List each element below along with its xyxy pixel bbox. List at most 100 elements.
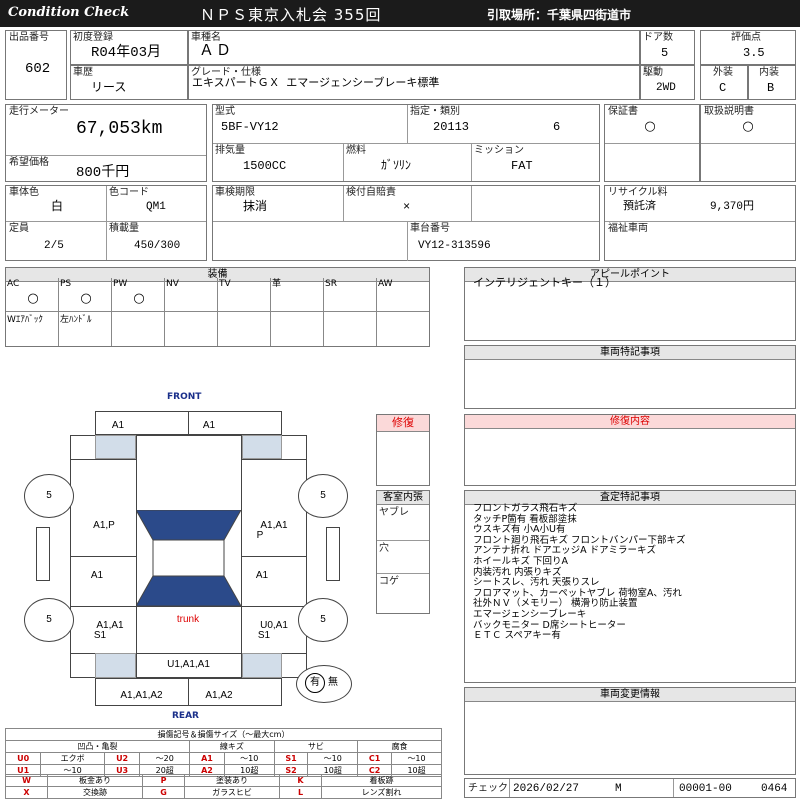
cabin-burn: コゲ	[379, 576, 399, 587]
recycle-status: 預託済	[623, 201, 656, 213]
legend-desc: 板金あり	[47, 774, 143, 787]
taillight-right	[242, 653, 282, 678]
legend-code: S1	[273, 752, 309, 765]
check-bar: チェック 2026/02/27 M 00001-00 0464	[464, 778, 796, 798]
fuel-type: ｶﾞｿﾘﾝ	[381, 159, 412, 173]
legend-code: C1	[357, 752, 393, 765]
equip-aw: AW	[377, 278, 429, 312]
manual-box: 取扱説明書 ○	[700, 104, 796, 182]
name-box: 車種名 ＡＤ	[188, 30, 640, 65]
first-registration: R04年03月	[91, 45, 162, 61]
drive-box: 駆動 2WD	[640, 65, 695, 100]
body-line	[70, 606, 307, 607]
equip-pw: PW ○	[112, 278, 165, 312]
mark-tire-fr: 5	[320, 490, 326, 501]
grade-box: グレード・仕様 エキスパートＧＸ エマージェンシーブレーキ標準	[188, 65, 640, 100]
equip-empty	[165, 312, 218, 346]
interior-label: 内装	[759, 67, 779, 78]
legend-code: L	[279, 786, 322, 799]
warranty-divider	[605, 143, 699, 144]
inspection-notes: フロントガラス飛石キズ タッチP箇有 看板部塗抹 ウスキズ有 小A小U有 フロント廻り…	[473, 503, 686, 642]
legend-code: X	[5, 786, 48, 799]
reg-label: 初度登録	[73, 32, 113, 43]
spec-box: 型式 5BF-VY12 指定・類別 20113 6 排気量 1500CC 燃料 …	[212, 104, 600, 182]
equipment-box: 装備 AC ○ PS ○ PW ○ NV TV 革 SR AW Wｴｱﾊﾞｯｸ 左ﾊﾝ…	[5, 267, 430, 347]
manual-mark: ○	[742, 119, 754, 134]
equip-empty	[271, 312, 324, 346]
cabin-hole: 穴	[379, 543, 389, 554]
warranty-mark: ○	[644, 119, 656, 134]
chassis-label: 車台番号	[410, 223, 450, 234]
header-bar: Condition Check ＮＰＳ東京入札会 355回 引取場所：千葉県四街…	[0, 0, 800, 27]
equip-mark: ○	[80, 291, 92, 306]
taillight-left	[95, 653, 136, 678]
spare-absent: 無	[328, 677, 338, 688]
appeal-box: アピールポイント インテリジェントキー（１）	[464, 267, 796, 341]
legend-desc: レンズ割れ	[321, 786, 442, 799]
color-code-label: 色コード	[109, 187, 149, 198]
color-divider-h	[6, 221, 206, 222]
repair-title: 修復	[377, 415, 429, 432]
cabin-divider-2	[377, 573, 429, 574]
mark-left-rear-door: A1	[90, 570, 104, 581]
inspect-divider-3	[213, 221, 599, 222]
check-number: 00001-00	[679, 783, 732, 795]
equip-key: SR	[325, 279, 337, 289]
car-name: ＡＤ	[199, 43, 234, 60]
check-divider	[509, 779, 510, 797]
desired-price: 800千円	[76, 165, 130, 181]
inspect-divider-1	[343, 186, 344, 221]
equip-key: AC	[7, 279, 20, 289]
color-label: 車体色	[9, 187, 39, 198]
spec-divider-3	[343, 143, 344, 181]
mark-right-front-door-2: P	[256, 530, 264, 541]
inspection-line: ＥＴＣ スペアキー有	[473, 630, 561, 642]
check-divider	[673, 779, 674, 797]
load-capacity: 450/300	[134, 240, 181, 252]
body-line	[70, 556, 136, 557]
designation: 20113	[433, 120, 470, 134]
inspection-expiry: 抹消	[243, 200, 268, 214]
equip-tv: TV	[218, 278, 271, 312]
history-label: 車歴	[73, 67, 93, 78]
transmission: FAT	[511, 159, 533, 173]
score-label: 評価点	[731, 32, 761, 43]
inspection-line: フロントガラス飛石キズ	[473, 503, 578, 514]
welfare-label: 福祉車両	[608, 223, 648, 234]
color-box: 車体色 白 色コード QM1 定員 2/5 積載量 450/300	[5, 185, 207, 261]
equip-airbag: Wｴｱﾊﾞｯｸ	[6, 312, 59, 346]
grade-spec: エキスパートＧＸ エマージェンシーブレーキ標準	[192, 78, 440, 90]
cabin-divider-1	[377, 540, 429, 541]
equip-key: NV	[166, 279, 179, 289]
mark-front-r: A1	[202, 420, 216, 431]
body-line	[241, 459, 307, 460]
equip-key: Wｴｱﾊﾞｯｸ	[7, 315, 43, 325]
legend-desc: ～20	[139, 752, 191, 765]
mark-rear-bumper-r: A1,A2	[205, 690, 233, 701]
inspect-divider-4	[407, 221, 408, 261]
repair-detail-box: 修復内容	[464, 414, 796, 486]
equip-empty	[324, 312, 377, 346]
liability-mark: ×	[403, 200, 411, 214]
capacity: 2/5	[44, 240, 64, 252]
equip-key: AW	[378, 279, 393, 289]
equip-ps: PS ○	[59, 278, 112, 312]
lot-label: 出品番号	[9, 32, 49, 43]
lot-box: 出品番号 602	[5, 30, 67, 100]
cabin-tear: ヤブレ	[379, 507, 409, 518]
door-label: ドア数	[643, 32, 673, 43]
mission-label: ミッション	[474, 145, 524, 156]
inspect-box: 車検期限 抹消 検付自賠責 × 車台番号 VY12-313596	[212, 185, 600, 261]
legend-group: 線キズ	[189, 740, 275, 753]
header-title: Condition Check	[8, 5, 130, 20]
odo-label: 走行メーター	[9, 106, 69, 117]
body-line	[70, 459, 136, 460]
repair-detail-title: 修復内容	[465, 415, 795, 429]
legend-title: 損傷記号＆損傷サイズ（～最大cm）	[5, 728, 442, 741]
manual-label: 取扱説明書	[704, 106, 754, 117]
repair-box: 修復	[376, 414, 430, 486]
cabin-title: 客室内張	[377, 491, 429, 505]
inspection-label: 車検期限	[215, 187, 255, 198]
equip-key: 左ﾊﾝﾄﾞﾙ	[60, 315, 92, 325]
change-box: 車両変更情報	[464, 687, 796, 775]
